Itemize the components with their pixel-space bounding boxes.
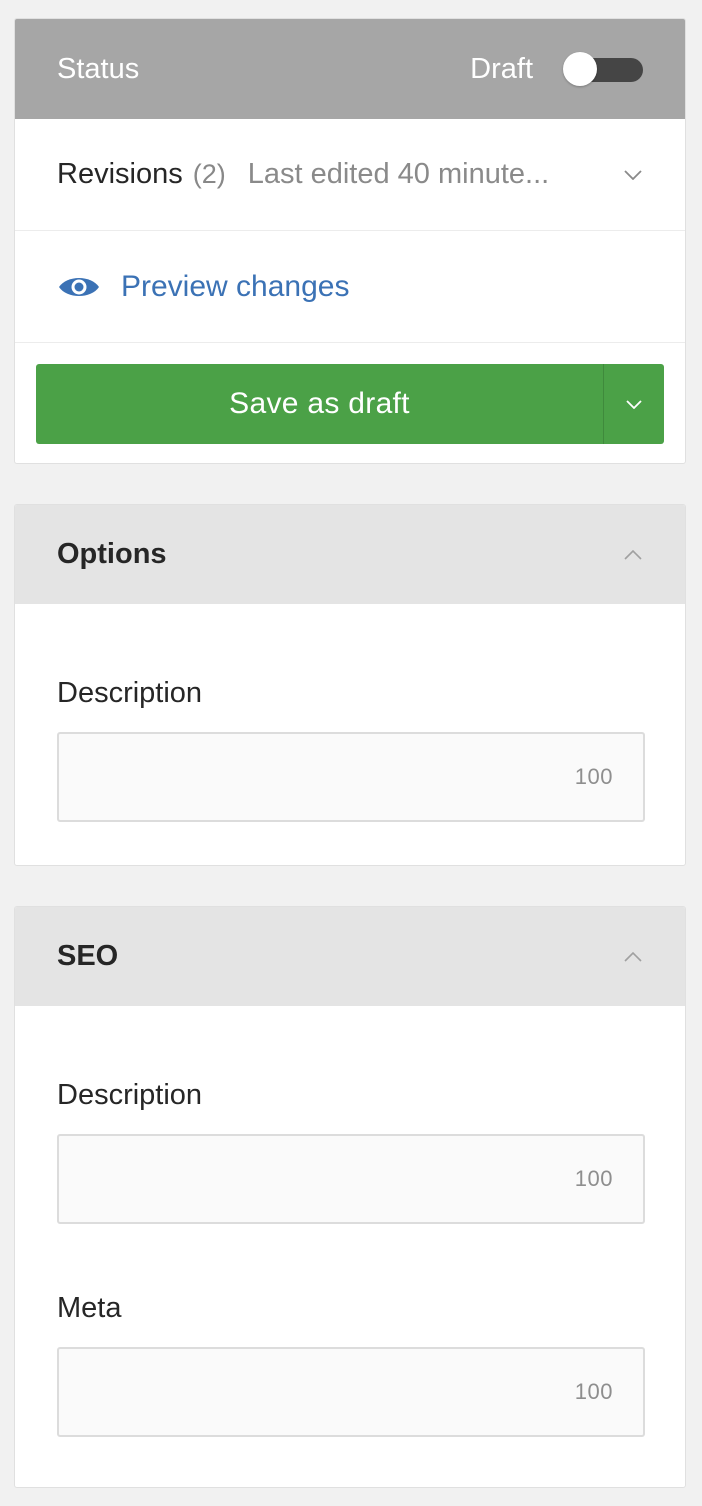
status-panel: Status Draft Revisions (2) Last edited 4… bbox=[14, 18, 686, 464]
field-label: Meta bbox=[57, 1292, 122, 1324]
chevron-down-icon bbox=[626, 399, 642, 409]
save-options-button[interactable] bbox=[604, 364, 664, 444]
save-as-draft-button[interactable]: Save as draft bbox=[36, 364, 604, 444]
status-header: Status Draft bbox=[15, 19, 685, 119]
char-count: 100 bbox=[574, 1379, 613, 1404]
char-count: 100 bbox=[574, 1166, 613, 1191]
preview-row: Preview changes bbox=[15, 231, 685, 343]
status-state-label: Draft bbox=[470, 52, 533, 85]
field-label: Description bbox=[57, 1079, 203, 1111]
seo-description-input-box: 100 bbox=[57, 1134, 645, 1224]
meta-input-box: 100 bbox=[57, 1347, 645, 1437]
seo-meta-field: Meta 100 bbox=[15, 1224, 685, 1437]
field-label: Description bbox=[57, 677, 203, 709]
description-input-box: 100 bbox=[57, 732, 645, 822]
last-edited-text: Last edited 40 minute... bbox=[247, 158, 550, 190]
chevron-up-icon[interactable] bbox=[623, 545, 643, 565]
options-title: Options bbox=[57, 538, 167, 570]
meta-input[interactable] bbox=[59, 1349, 643, 1435]
eye-icon[interactable] bbox=[57, 273, 101, 301]
description-input[interactable] bbox=[59, 734, 643, 820]
seo-description-field: Description 100 bbox=[15, 1006, 685, 1224]
toggle-knob bbox=[563, 52, 597, 86]
seo-panel: SEO Description 100 Meta 100 bbox=[14, 906, 686, 1488]
save-button-group: Save as draft bbox=[36, 364, 664, 444]
status-title: Status bbox=[57, 52, 140, 85]
preview-changes-link[interactable]: Preview changes bbox=[121, 270, 349, 304]
publish-toggle[interactable] bbox=[563, 52, 643, 86]
options-header[interactable]: Options bbox=[15, 505, 685, 604]
options-panel: Options Description 100 bbox=[14, 504, 686, 866]
options-description-field: Description 100 bbox=[15, 604, 685, 822]
revisions-row[interactable]: Revisions (2) Last edited 40 minute... bbox=[15, 119, 685, 231]
save-area: Save as draft bbox=[15, 343, 685, 463]
revisions-label: Revisions bbox=[57, 158, 183, 190]
chevron-down-icon[interactable] bbox=[623, 165, 643, 185]
char-count: 100 bbox=[574, 764, 613, 789]
revisions-count: (2) bbox=[192, 159, 226, 189]
seo-title: SEO bbox=[57, 940, 119, 972]
seo-description-input[interactable] bbox=[59, 1136, 643, 1222]
chevron-up-icon[interactable] bbox=[623, 947, 643, 967]
seo-header[interactable]: SEO bbox=[15, 907, 685, 1006]
